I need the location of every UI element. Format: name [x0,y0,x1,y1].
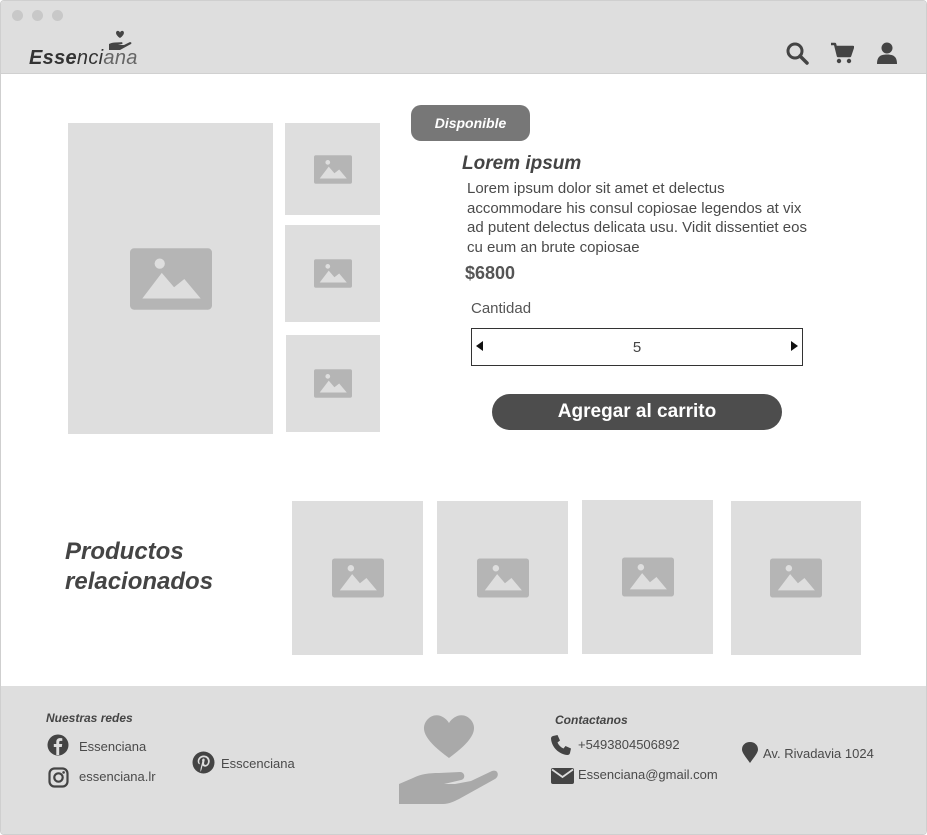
quantity-value: 5 [632,338,642,356]
related-title-line: Productos [65,538,184,565]
window-dot [52,10,63,21]
image-placeholder-icon [770,558,822,598]
thumbnail-image[interactable] [285,225,380,322]
image-placeholder-icon [622,557,674,597]
facebook-link[interactable]: Essenciana [79,739,146,754]
address-text: Av. Rivadavia 1024 [763,746,874,761]
related-product-card[interactable] [437,501,568,654]
increase-arrow-icon[interactable] [791,341,798,351]
email-link[interactable]: Essenciana@gmail.com [578,767,718,782]
header-bar: Essenciana [1,1,926,74]
thumbnail-image[interactable] [285,123,380,215]
social-heading: Nuestras redes [46,711,133,725]
email-icon [551,768,574,784]
user-icon[interactable] [875,41,899,65]
logo-text-italic: nci [76,47,104,69]
window-dot [12,10,23,21]
browser-window: Essenciana Disponible Lorem ipsum Lorem … [0,0,927,835]
image-placeholder-icon [314,369,352,398]
logo[interactable]: Essenciana [29,47,138,70]
window-dot [32,10,43,21]
pinterest-link[interactable]: Esscenciana [221,756,295,771]
related-product-card[interactable] [582,500,713,654]
related-title-line: relacionados [65,568,214,595]
image-placeholder-icon [314,259,352,288]
instagram-link[interactable]: essenciana.lr [79,769,156,784]
product-price: $6800 [465,263,516,283]
contact-heading: Contactanos [555,713,628,727]
status-badge: Disponible [411,105,530,141]
add-to-cart-button[interactable]: Agregar al carrito [492,394,782,430]
location-pin-icon [742,742,758,763]
product-description: Lorem ipsum dolor sit amet et delectus a… [467,180,807,256]
pinterest-icon[interactable] [192,751,215,774]
related-product-card[interactable] [731,501,861,655]
phone-icon [551,735,571,755]
footer: Nuestras redes Essenciana essenciana.lr … [1,686,926,834]
related-products-title: Productos relacionados [65,537,213,597]
quantity-label: Cantidad [471,300,532,317]
phone-number[interactable]: +5493804506892 [578,737,680,752]
search-icon[interactable] [785,41,809,65]
cart-icon[interactable] [830,41,854,65]
instagram-icon[interactable] [48,767,69,788]
decrease-arrow-icon[interactable] [476,341,483,351]
image-placeholder-icon [314,155,352,184]
product-title: Lorem ipsum [462,153,582,174]
thumbnail-image[interactable] [286,335,380,432]
logo-text-light: ana [103,47,138,69]
image-placeholder-icon [477,558,529,598]
quantity-stepper[interactable]: 5 [471,328,803,366]
related-product-card[interactable] [292,501,423,655]
image-placeholder-icon [332,558,384,598]
main-product-image[interactable] [68,123,273,434]
facebook-icon[interactable] [47,734,69,756]
footer-logo-heart-hand-icon [399,715,498,804]
logo-text-bold: Esse [29,47,77,69]
image-placeholder-icon [130,248,212,310]
